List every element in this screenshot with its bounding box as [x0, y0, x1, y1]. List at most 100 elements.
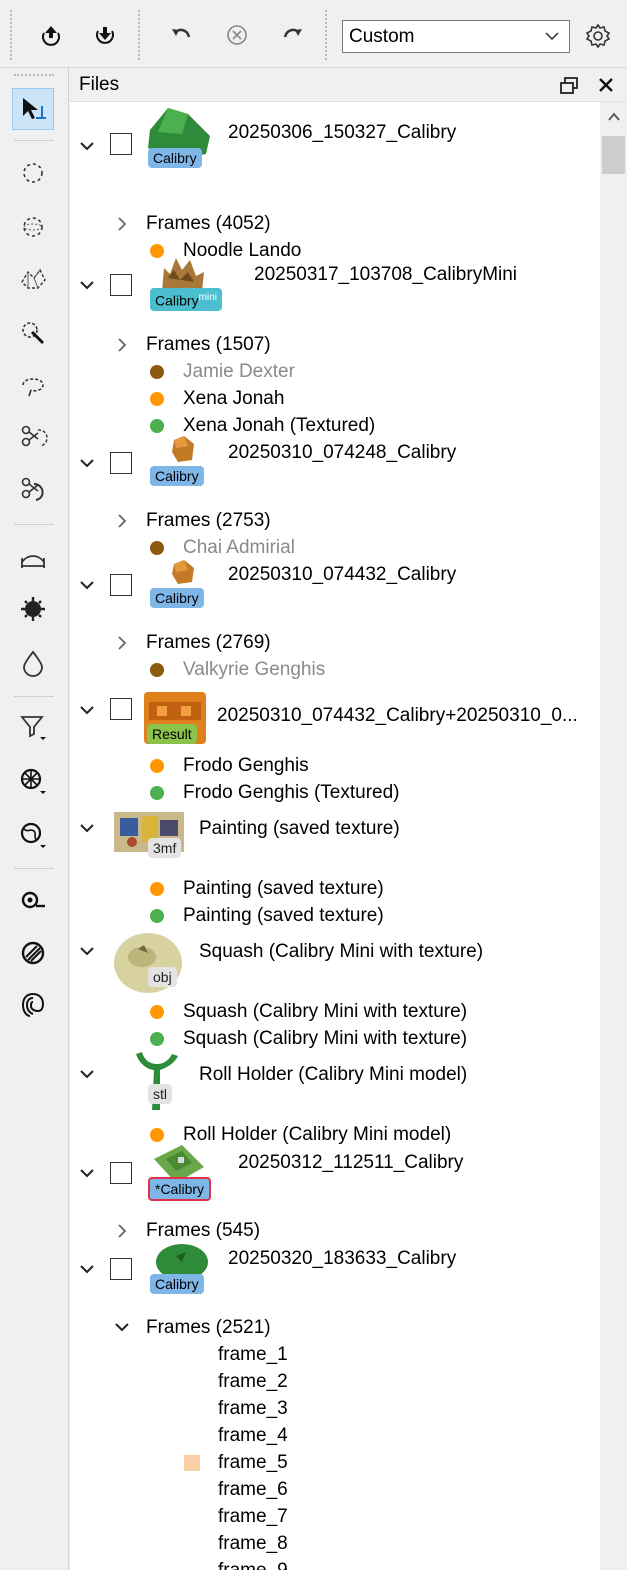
dashed-sphere-icon [23, 217, 43, 237]
frame-item[interactable]: frame_4 [70, 1422, 600, 1449]
globe-tool[interactable] [12, 814, 54, 856]
frame-item[interactable]: frame_6 [70, 1476, 600, 1503]
chevron-down-icon[interactable] [79, 1165, 95, 1181]
model-item[interactable]: Frodo Genghis [70, 752, 600, 779]
ruler-icon [21, 555, 45, 568]
scrollbar-thumb[interactable] [602, 136, 625, 174]
frames-row[interactable]: Frames (1507) [70, 331, 600, 358]
toolbar-grip-3[interactable] [325, 10, 329, 60]
chevron-down-icon[interactable] [79, 1066, 95, 1082]
chevron-down-icon[interactable] [79, 577, 95, 593]
sphere-select-tool[interactable] [12, 206, 54, 248]
measure-tool[interactable] [12, 538, 54, 580]
panel-title: Files [79, 74, 120, 95]
cancel-button[interactable] [220, 18, 254, 52]
frames-label: Frames (2753) [146, 510, 271, 531]
fingerprint-tool[interactable] [12, 984, 54, 1026]
frame-label: frame_1 [218, 1344, 288, 1365]
toolbar-grip[interactable] [10, 10, 14, 60]
chevron-right-icon[interactable] [114, 216, 130, 232]
chevron-down-icon[interactable] [79, 455, 95, 471]
badge-calibry-modified: *Calibry [148, 1177, 212, 1201]
model-item[interactable]: Valkyrie Genghis [70, 656, 600, 683]
group-checkbox[interactable] [110, 574, 132, 596]
group-checkbox[interactable] [110, 1162, 132, 1184]
frames-row[interactable]: Frames (2521) [70, 1314, 600, 1341]
chevron-right-icon[interactable] [114, 635, 130, 651]
frames-row[interactable]: Frames (4052) [70, 210, 600, 237]
mesh-select-tool[interactable] [12, 258, 54, 300]
chevron-right-icon[interactable] [114, 1223, 130, 1239]
export-button[interactable] [88, 18, 122, 52]
chevron-down-icon [545, 32, 559, 41]
toolstrip-grip[interactable] [14, 74, 54, 78]
frame-item[interactable]: frame_9 [70, 1557, 600, 1570]
model-item[interactable]: Painting (saved texture) [70, 875, 600, 902]
striped-ball-icon [21, 941, 45, 965]
cog-part-tool[interactable] [12, 588, 54, 630]
cut-tool[interactable] [12, 416, 54, 458]
settings-button[interactable] [580, 18, 616, 54]
chip-gear-icon [21, 597, 45, 621]
chevron-down-icon[interactable] [114, 1319, 130, 1335]
toolstrip-separator [14, 868, 54, 869]
align-tool[interactable] [12, 880, 54, 922]
frames-row[interactable]: Frames (2769) [70, 629, 600, 656]
chevron-down-icon[interactable] [79, 820, 95, 836]
toolbar-grip-2[interactable] [138, 10, 142, 60]
model-thumbnail: Calibry [146, 1234, 218, 1300]
preset-select[interactable]: Custom [342, 20, 570, 53]
select-tool[interactable] [12, 88, 54, 130]
undo-button[interactable] [164, 18, 198, 52]
close-icon[interactable] [594, 73, 618, 97]
wheel-tool[interactable] [12, 760, 54, 802]
chevron-down-icon[interactable] [79, 1261, 95, 1277]
cut-solid-tool[interactable] [12, 468, 54, 510]
frame-item[interactable]: frame_8 [70, 1530, 600, 1557]
frame-item[interactable]: frame_2 [70, 1368, 600, 1395]
vertical-scrollbar[interactable] [600, 102, 627, 1570]
model-thumbnail: Calibry [144, 104, 216, 170]
model-item[interactable]: Xena Jonah [70, 385, 600, 412]
group-checkbox[interactable] [110, 452, 132, 474]
model-item[interactable]: Squash (Calibry Mini with texture) [70, 998, 600, 1025]
chevron-right-icon[interactable] [114, 337, 130, 353]
frames-row[interactable]: Frames (2753) [70, 507, 600, 534]
group-checkbox[interactable] [110, 274, 132, 296]
redo-button[interactable] [276, 18, 310, 52]
badge-calibry: Calibry [150, 588, 204, 608]
model-label: Squash (Calibry Mini with texture) [183, 1001, 468, 1022]
tool-strip [0, 68, 69, 1570]
file-tree: Calibry 20250306_150327_Calibry Frames (… [70, 102, 600, 1570]
magic-wand-tool[interactable] [12, 312, 54, 354]
model-item[interactable]: Painting (saved texture) [70, 902, 600, 929]
fill-holes-tool[interactable] [12, 642, 54, 684]
import-button[interactable] [34, 18, 68, 52]
scroll-up-arrow-icon[interactable] [606, 110, 622, 124]
group-checkbox[interactable] [110, 133, 132, 155]
file-group[interactable]: Calibrymini 20250317_103708_CalibryMini [70, 258, 600, 330]
frame-item[interactable]: frame_5 [70, 1449, 600, 1476]
group-checkbox[interactable] [110, 1258, 132, 1280]
frames-label: Frames (2769) [146, 632, 271, 653]
status-dot [150, 909, 164, 923]
float-window-icon[interactable] [558, 75, 580, 97]
model-label: Roll Holder (Calibry Mini model) [183, 1124, 452, 1145]
texture-tool[interactable] [12, 932, 54, 974]
filter-tool[interactable] [12, 706, 54, 748]
group-checkbox[interactable] [110, 698, 132, 720]
lasso-tool[interactable] [12, 364, 54, 406]
file-group[interactable]: Calibry 20250306_150327_Calibry [70, 108, 600, 188]
model-item[interactable]: Jamie Dexter [70, 358, 600, 385]
frame-item[interactable]: frame_7 [70, 1503, 600, 1530]
chevron-down-icon[interactable] [79, 702, 95, 718]
ellipse-select-tool[interactable] [12, 152, 54, 194]
chevron-down-icon[interactable] [79, 138, 95, 154]
badge-result: Result [147, 724, 197, 744]
chevron-down-icon[interactable] [79, 943, 95, 959]
chevron-right-icon[interactable] [114, 513, 130, 529]
chevron-down-icon[interactable] [79, 277, 95, 293]
frame-item[interactable]: frame_3 [70, 1395, 600, 1422]
model-item[interactable]: Frodo Genghis (Textured) [70, 779, 600, 806]
frame-item[interactable]: frame_1 [70, 1341, 600, 1368]
